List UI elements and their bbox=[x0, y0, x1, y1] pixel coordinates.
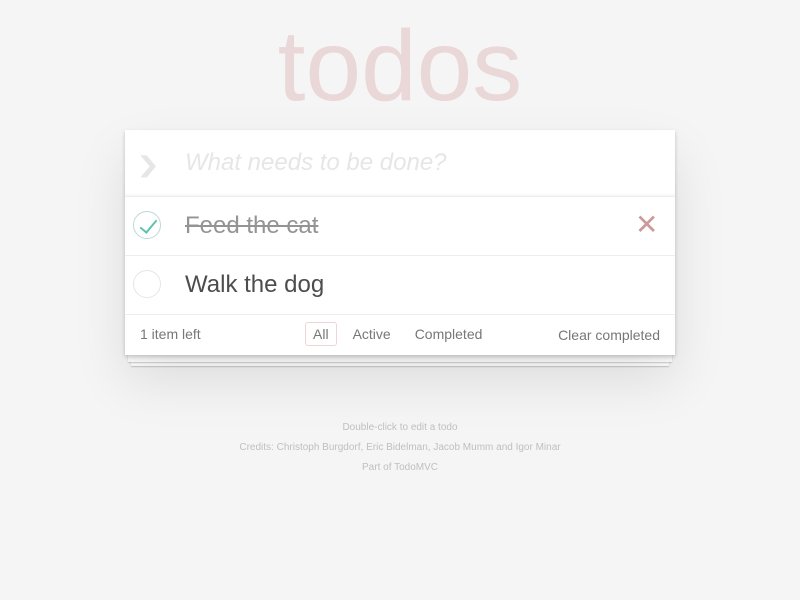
filters: All Active Completed bbox=[305, 322, 490, 346]
filter-active[interactable]: Active bbox=[345, 322, 399, 346]
info-credits: Credits: Christoph Burgdorf, Eric Bidelm… bbox=[239, 442, 561, 453]
info-footer: Double-click to edit a todo Credits: Chr… bbox=[0, 418, 800, 478]
new-todo-input[interactable] bbox=[185, 130, 655, 196]
todo-list: Feed the cat ✕ Walk the dog bbox=[125, 197, 675, 315]
items-left-count: 1 item left bbox=[140, 326, 201, 342]
footer: 1 item left All Active Completed Clear c… bbox=[125, 315, 675, 355]
todo-checkbox[interactable] bbox=[133, 211, 161, 239]
chevron-down-icon[interactable]: ❯ bbox=[131, 152, 165, 178]
clear-completed-button[interactable]: Clear completed bbox=[558, 327, 660, 343]
todo-checkbox[interactable] bbox=[133, 270, 161, 298]
check-icon bbox=[139, 215, 158, 234]
info-edit-hint: Double-click to edit a todo bbox=[342, 422, 458, 433]
filter-completed[interactable]: Completed bbox=[407, 322, 491, 346]
header: ❯ bbox=[125, 130, 675, 197]
todo-app: ❯ Feed the cat ✕ Walk the dog 1 item lef… bbox=[125, 130, 675, 355]
app-title: todos bbox=[277, 10, 523, 122]
stack-shadow-1 bbox=[128, 354, 672, 362]
close-icon[interactable]: ✕ bbox=[635, 210, 658, 240]
info-part-of: Part of TodoMVC bbox=[362, 462, 438, 473]
todo-item[interactable]: Feed the cat ✕ bbox=[125, 197, 675, 256]
todo-label[interactable]: Walk the dog bbox=[185, 270, 324, 300]
todo-item[interactable]: Walk the dog bbox=[125, 256, 675, 315]
filter-all[interactable]: All bbox=[305, 322, 337, 346]
todo-label[interactable]: Feed the cat bbox=[185, 211, 318, 241]
